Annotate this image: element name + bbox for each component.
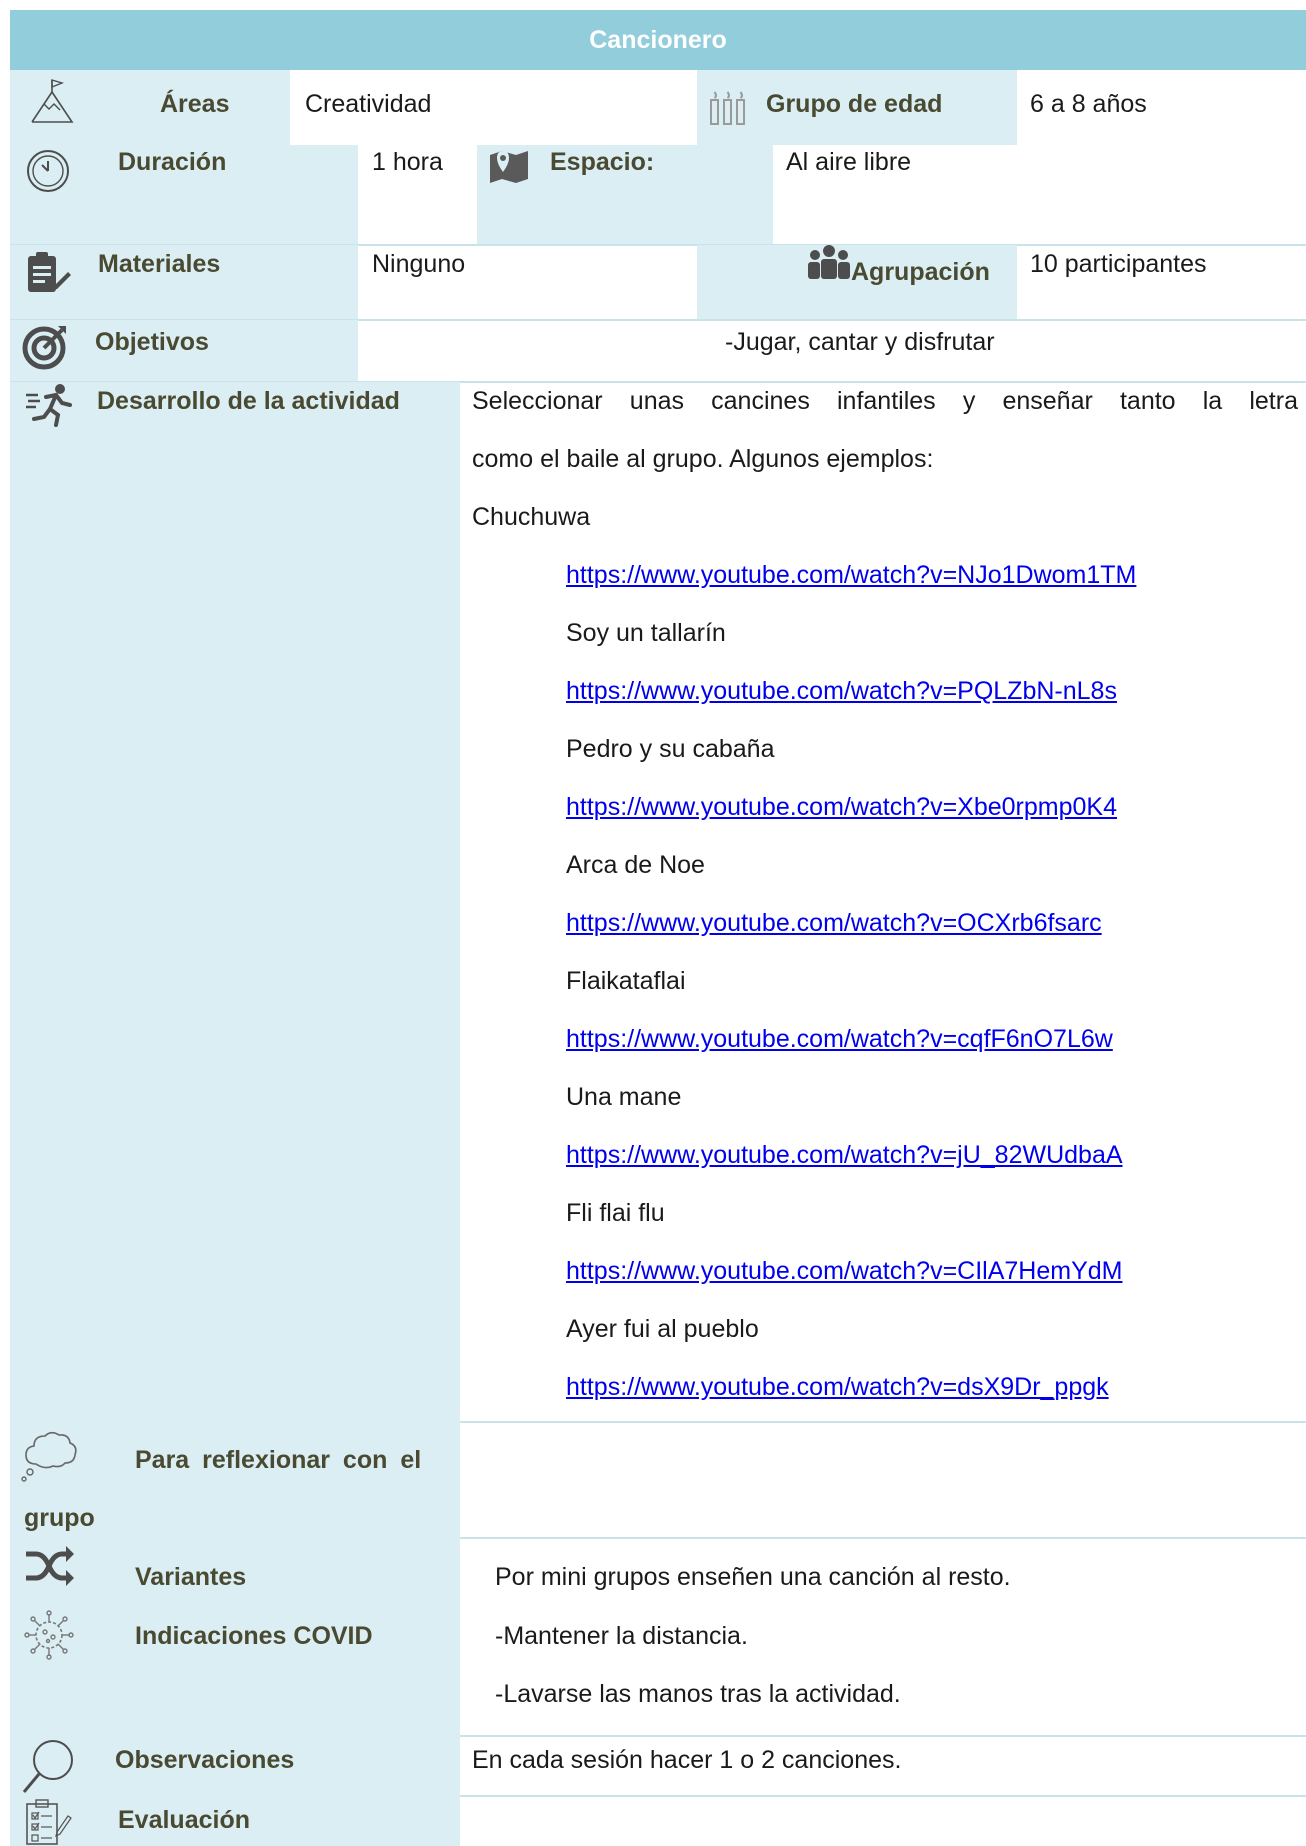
evaluacion-label: Evaluación bbox=[118, 1806, 250, 1834]
map-pin-icon bbox=[490, 151, 528, 183]
reflexionar-label-line2: grupo bbox=[24, 1504, 95, 1532]
song-link[interactable]: https://www.youtube.com/watch?v=cqfF6nO7… bbox=[566, 1025, 1113, 1054]
row-divider bbox=[460, 1421, 1306, 1423]
espacio-label: Espacio: bbox=[550, 148, 655, 176]
song-name: Una mane bbox=[566, 1083, 682, 1111]
areas-value: Creatividad bbox=[305, 90, 432, 118]
variantes-label: Variantes bbox=[135, 1563, 247, 1591]
edad-label: Grupo de edad bbox=[766, 90, 943, 118]
row-divider bbox=[460, 1735, 1306, 1737]
covid-value-line2: -Lavarse las manos tras la actividad. bbox=[495, 1680, 901, 1708]
duracion-value: 1 hora bbox=[372, 148, 443, 176]
song-name: Ayer fui al pueblo bbox=[566, 1315, 759, 1343]
page-title: Cancionero bbox=[589, 26, 727, 54]
duracion-label: Duración bbox=[118, 148, 227, 176]
song-name: Arca de Noe bbox=[566, 851, 705, 879]
agrupacion-label: Agrupación bbox=[851, 258, 990, 286]
song-link[interactable]: https://www.youtube.com/watch?v=Xbe0rpmp… bbox=[566, 793, 1117, 822]
song-link[interactable]: https://www.youtube.com/watch?v=CIlA7Hem… bbox=[566, 1257, 1122, 1286]
song-link[interactable]: https://www.youtube.com/watch?v=jU_82WUd… bbox=[566, 1141, 1123, 1170]
clock-icon bbox=[27, 150, 69, 192]
reflexionar-label-line1: Para reflexionar con el bbox=[135, 1446, 422, 1474]
song-name: Chuchuwa bbox=[472, 503, 591, 531]
song-name: Flaikataflai bbox=[566, 967, 686, 995]
thought-cloud-icon bbox=[21, 1431, 77, 1482]
materiales-value: Ninguno bbox=[372, 250, 466, 278]
row-divider bbox=[460, 1795, 1306, 1797]
song-link[interactable]: https://www.youtube.com/watch?v=OCXrb6fs… bbox=[566, 909, 1102, 938]
birthday-candles-icon bbox=[710, 91, 745, 125]
song-link[interactable]: https://www.youtube.com/watch?v=PQLZbN-n… bbox=[566, 677, 1117, 706]
objetivos-value: -Jugar, cantar y disfrutar bbox=[725, 328, 995, 356]
mountain-flag-icon bbox=[31, 79, 74, 123]
materiales-label: Materiales bbox=[98, 250, 221, 278]
covid-label-cell bbox=[10, 1598, 460, 1736]
song-link[interactable]: https://www.youtube.com/watch?v=NJo1Dwom… bbox=[566, 561, 1136, 590]
virus-icon bbox=[24, 1610, 74, 1660]
espacio-value: Al aire libre bbox=[786, 148, 912, 176]
song-name: Fli flai flu bbox=[566, 1199, 665, 1227]
song-name: Soy un tallarín bbox=[566, 619, 726, 647]
observaciones-label: Observaciones bbox=[115, 1746, 295, 1774]
covid-label: Indicaciones COVID bbox=[135, 1622, 373, 1650]
target-icon bbox=[22, 326, 66, 370]
desarrollo-label-cell bbox=[10, 382, 460, 1422]
magnifier-icon bbox=[22, 1740, 73, 1793]
desarrollo-label: Desarrollo de la actividad bbox=[97, 387, 400, 415]
desarrollo-intro-line2: como el baile al grupo. Algunos ejemplos… bbox=[472, 445, 934, 473]
running-person-icon bbox=[26, 384, 72, 427]
observaciones-value: En cada sesión hacer 1 o 2 canciones. bbox=[472, 1746, 902, 1774]
edad-value: 6 a 8 años bbox=[1030, 90, 1147, 118]
song-name: Pedro y su cabaña bbox=[566, 735, 775, 763]
objetivos-label: Objetivos bbox=[95, 328, 209, 356]
covid-value-line1: -Mantener la distancia. bbox=[495, 1622, 748, 1650]
song-link[interactable]: https://www.youtube.com/watch?v=dsX9Dr_p… bbox=[566, 1373, 1109, 1402]
group-people-icon bbox=[808, 245, 850, 279]
shuffle-icon bbox=[26, 1546, 74, 1586]
clipboard-pen-icon bbox=[28, 252, 71, 292]
variantes-value: Por mini grupos enseñen una canción al r… bbox=[495, 1563, 1011, 1591]
agrupacion-value: 10 participantes bbox=[1030, 250, 1207, 278]
row-divider bbox=[460, 1537, 1306, 1539]
desarrollo-intro-line1: Seleccionar unas cancines infantiles y e… bbox=[472, 387, 1298, 415]
areas-label: Áreas bbox=[160, 90, 230, 118]
checklist-icon bbox=[26, 1799, 72, 1845]
